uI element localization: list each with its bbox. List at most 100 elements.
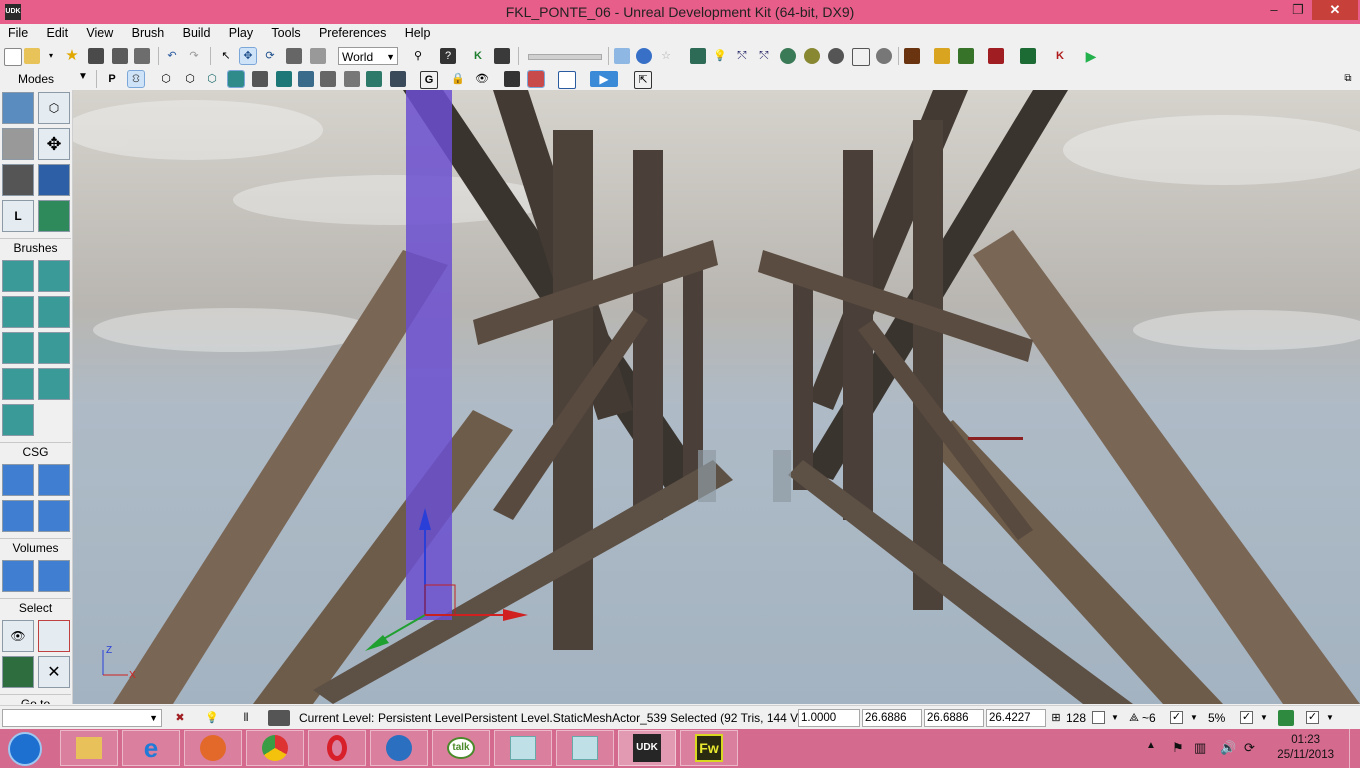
action-center-flag-icon[interactable]: ⚑ [1172, 740, 1184, 756]
start-button[interactable] [8, 732, 42, 766]
script-icon[interactable] [934, 48, 950, 64]
cylinder-brush-icon[interactable] [38, 296, 70, 328]
save-icon[interactable] [88, 48, 104, 64]
autosave-checkbox[interactable]: ✓ [1306, 711, 1319, 724]
lock-selected-icon[interactable] [504, 71, 520, 87]
show-desktop-button[interactable] [1349, 729, 1360, 768]
drag-scale-field[interactable]: 1.0000 [798, 709, 860, 727]
taskbar-app-udk[interactable]: UDK [618, 730, 676, 766]
build-paths-icon[interactable]: ⤲ [734, 48, 750, 64]
network-icon[interactable]: ▥ [1194, 740, 1206, 756]
command-input[interactable]: ▼ [2, 709, 162, 727]
compile-icon[interactable] [958, 48, 974, 64]
build-all-icon[interactable] [780, 48, 796, 64]
scale-x-field[interactable]: 26.6886 [862, 709, 922, 727]
unlit-icon[interactable]: ⬡ [204, 71, 220, 87]
linear-stair-brush-icon[interactable] [2, 296, 34, 328]
vertex-snap-icon[interactable]: ⦀ [238, 710, 254, 726]
sheet-brush-icon[interactable] [38, 332, 70, 364]
build-lighting-icon[interactable]: 💡 [712, 48, 728, 64]
streaming-volumes-icon[interactable] [527, 70, 545, 88]
lighting-info-icon[interactable] [828, 48, 844, 64]
menu-preferences[interactable]: Preferences [311, 24, 393, 42]
coord-system-select[interactable]: World ▼ [338, 47, 398, 65]
curved-stair-brush-icon[interactable] [2, 332, 34, 364]
bookmark-star-icon[interactable]: ☆ [658, 48, 674, 64]
lit-icon[interactable] [227, 70, 245, 88]
close-button[interactable]: ✕ [1312, 0, 1358, 20]
light-complexity-icon[interactable] [298, 71, 314, 87]
generic-browser-icon[interactable] [636, 48, 652, 64]
open-dropdown-icon[interactable]: ▾ [46, 48, 56, 64]
package-icon[interactable] [904, 48, 920, 64]
taskbar-app-file-explorer[interactable] [60, 730, 118, 766]
cone-brush-icon[interactable] [38, 260, 70, 292]
brush-wireframe-icon[interactable]: ⬡ [182, 71, 198, 87]
perspective-icon[interactable]: P [104, 71, 120, 87]
restore-viewport-icon[interactable]: ⧉ [1340, 71, 1356, 87]
taskbar-app-fireworks[interactable]: Fw [680, 730, 738, 766]
realtime-icon[interactable]: ⛻ [127, 70, 145, 88]
selected-static-mesh[interactable] [406, 90, 452, 620]
build-geometry-icon[interactable] [690, 48, 706, 64]
undo-icon[interactable]: ↶ [164, 48, 180, 64]
scale-snap-value[interactable]: 5% [1208, 711, 1225, 725]
favorites-star-icon[interactable]: ★ [64, 48, 80, 64]
lod-icon[interactable]: L [2, 200, 34, 232]
taskbar-app-ccleaner[interactable] [370, 730, 428, 766]
modes-dropdown-icon[interactable]: ▼ [78, 71, 88, 82]
show-selected-icon[interactable]: 👁 [2, 620, 34, 652]
grid-snap-checkbox[interactable] [1092, 711, 1105, 724]
csg-intersect-icon[interactable] [2, 500, 34, 532]
menu-brush[interactable]: Brush [124, 24, 172, 42]
geometry-mode-icon[interactable]: ⬡ [38, 92, 70, 124]
rotation-snap-value[interactable]: 6 [1149, 711, 1156, 725]
open-map-icon[interactable] [24, 48, 40, 64]
sync-icon[interactable]: ⟳ [1244, 740, 1255, 756]
tray-expand-icon[interactable]: ▲ [1146, 740, 1156, 751]
grid-size-value[interactable]: 128 [1066, 711, 1086, 725]
chevron-down-icon[interactable]: ▼ [1322, 710, 1338, 726]
perspective-viewport[interactable]: Z X [73, 90, 1360, 704]
detail-lighting-icon[interactable] [252, 71, 268, 87]
csg-deintersect-icon[interactable] [38, 500, 70, 532]
landscape-icon[interactable] [38, 164, 70, 196]
taskbar-app-talk[interactable]: talk [432, 730, 490, 766]
new-map-icon[interactable] [4, 48, 22, 66]
maximize-viewport-icon[interactable] [558, 71, 576, 89]
invert-selection-icon[interactable] [2, 656, 34, 688]
menu-edit[interactable]: Edit [39, 24, 76, 42]
lighting-only-lightmap-icon[interactable] [390, 71, 406, 87]
csg-add-icon[interactable] [2, 464, 34, 496]
play-in-viewport-icon[interactable]: ▶ [590, 71, 618, 87]
show-flags-icon[interactable]: 👁 [474, 71, 490, 87]
save-copy-icon[interactable] [134, 48, 150, 64]
current-level-icon[interactable] [268, 710, 290, 726]
menu-tools[interactable]: Tools [263, 24, 307, 42]
lighting-only-icon[interactable] [276, 71, 292, 87]
cube-brush-icon[interactable] [2, 260, 34, 292]
rotate-icon[interactable]: ⟳ [262, 48, 278, 64]
show-all-icon[interactable]: ✕ [38, 656, 70, 688]
swarm-icon[interactable] [804, 48, 820, 64]
maximize-button[interactable]: ❐ [1284, 0, 1312, 20]
taskbar-app-notepad-1[interactable] [494, 730, 552, 766]
drag-grid-icon[interactable]: ✖ [172, 710, 188, 726]
lightmap-density-icon[interactable] [366, 71, 382, 87]
add-volume-icon[interactable] [2, 560, 34, 592]
grid-icon[interactable] [852, 48, 870, 66]
taskbar-app-opera[interactable] [308, 730, 366, 766]
lighting-icon[interactable]: 💡 [204, 710, 220, 726]
texture-density-icon[interactable] [320, 71, 336, 87]
redo-icon[interactable]: ↷ [186, 48, 202, 64]
camera-mode-icon[interactable] [2, 92, 34, 124]
scale-snap-checkbox[interactable]: ✓ [1240, 711, 1253, 724]
pop-out-viewport-icon[interactable]: ⇱ [634, 71, 652, 89]
chevron-down-icon[interactable]: ▼ [1256, 710, 1272, 726]
scale-y-field[interactable]: 26.6886 [924, 709, 984, 727]
wireframe-icon[interactable]: ⬡ [158, 71, 174, 87]
game-view-icon[interactable]: G [420, 71, 438, 89]
sphere-brush-icon[interactable] [38, 368, 70, 400]
foliage-icon[interactable] [38, 200, 70, 232]
scale-icon[interactable] [286, 48, 302, 64]
